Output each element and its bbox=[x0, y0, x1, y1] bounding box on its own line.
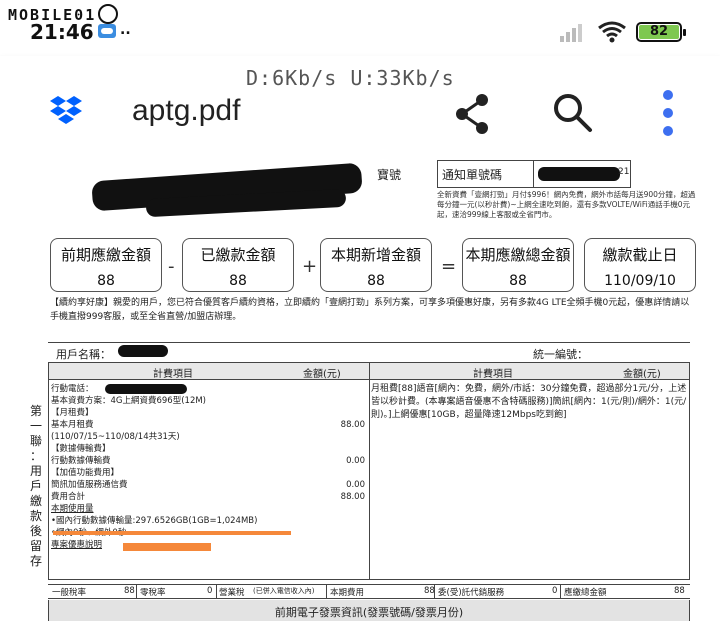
account-label: 寶號 bbox=[377, 168, 402, 182]
operator-plus: + bbox=[302, 256, 318, 277]
summary-total-due: 本期應繳總金額 88 bbox=[462, 238, 574, 292]
battery-indicator: 82 bbox=[636, 22, 686, 42]
dropbox-icon[interactable] bbox=[50, 96, 82, 126]
notice-number-box: 通知單號碼 21 bbox=[437, 160, 631, 188]
right-header: 計費項目 金額(元) bbox=[369, 363, 689, 380]
highlight-mark bbox=[53, 531, 291, 535]
user-name-label: 用戶名稱： bbox=[56, 348, 111, 361]
summary-due-date: 繳款截止日 110/09/10 bbox=[584, 238, 696, 292]
file-title: aptg.pdf bbox=[132, 94, 241, 127]
more-vert-icon[interactable] bbox=[654, 88, 682, 138]
table-row: 本期使用量 bbox=[51, 504, 94, 514]
table-row: (110/07/15~110/08/14共31天) bbox=[51, 432, 180, 442]
summary-paid: 已繳款金額 88 bbox=[182, 238, 294, 292]
redaction-mark bbox=[538, 167, 620, 181]
share-icon[interactable] bbox=[452, 92, 496, 136]
charge-lines: 行動電話： 基本資費方案：4G上網資費696型(12M) 【月租費】 基本月租費… bbox=[51, 383, 369, 551]
charges-table: 計費項目 金額(元) 計費項目 金額(元) 行動電話： 基本資費方案：4G上網資… bbox=[48, 362, 690, 580]
table-row: 【數據傳輸費】 bbox=[51, 444, 111, 454]
highlight-mark bbox=[123, 543, 211, 551]
einvoice-header: 前期電子發票資訊(發票號碼/發票月份) bbox=[48, 600, 690, 621]
table-row: 【加值功能費用】 bbox=[51, 468, 120, 478]
watermark-icon bbox=[98, 4, 119, 24]
network-speed-overlay: D:6Kb/s U:33Kb/s bbox=[246, 66, 455, 90]
redaction-mark bbox=[118, 345, 168, 357]
left-header: 計費項目 金額(元) bbox=[49, 363, 369, 380]
clock: 21:46 bbox=[30, 20, 94, 44]
table-row: 基本資費方案：4G上網資費696型(12M) bbox=[51, 396, 207, 406]
cloud-icon bbox=[98, 24, 116, 38]
table-row: 行動電話： bbox=[51, 384, 94, 394]
redaction-mark bbox=[105, 384, 187, 394]
table-row: •國內行動數據傳輸量:297.6526GB(1GB=1,024MB) bbox=[51, 516, 258, 526]
table-row: 【月租費】 bbox=[51, 408, 94, 418]
summary-new-charges: 本期新增金額 88 bbox=[320, 238, 432, 292]
copy-side-label: 第一聯 ：用戶 繳款後 留存 bbox=[29, 404, 42, 568]
user-info-row: 用戶名稱： 統一編號： bbox=[48, 342, 690, 361]
unified-number-label: 統一編號： bbox=[533, 348, 588, 361]
operator-minus: - bbox=[168, 256, 175, 277]
notification-dots: .. bbox=[120, 22, 131, 38]
notice-number-label: 通知單號碼 bbox=[438, 161, 534, 187]
pdf-page: 寶號 通知單號碼 21 全新資費「壹網打勁」月付$996！網內免費，網外市話每月… bbox=[0, 160, 720, 621]
bill-summary: 前期應繳金額 88 - 已繳款金額 88 + 本期新增金額 88 = 本期應繳總金額 8… bbox=[50, 238, 696, 292]
column-divider bbox=[369, 363, 370, 579]
search-icon[interactable] bbox=[550, 92, 594, 136]
plan-notice: 全新資費「壹網打勁」月付$996！網內免費，網外市話每月送900分鐘，超過每分鐘… bbox=[437, 190, 696, 219]
table-row: 行動數據傳輸費 0.00 bbox=[51, 456, 365, 466]
table-row: 簡訊加值服務通信費 0.00 bbox=[51, 480, 365, 490]
plan-details: 月租費[88]語音[網內：免費，網外/市話：30分鐘免費，超過部分1元/分，上述… bbox=[371, 384, 687, 420]
renewal-promo: 【續約享好康】親愛的用戶，您已符合優質客戶續約資格，立即續約「壹網打勁」系列方案… bbox=[50, 298, 690, 322]
signal-icon bbox=[560, 22, 588, 42]
battery-level: 82 bbox=[639, 25, 679, 39]
summary-previous-due: 前期應繳金額 88 bbox=[50, 238, 162, 292]
status-bar: MOBILE01 21:46 .. 82 bbox=[0, 0, 720, 56]
table-row: 費用合計 88.00 bbox=[51, 492, 365, 502]
notice-number-tail: 21 bbox=[618, 167, 630, 177]
totals-row: 一般稅率 88 零稅率 0 營業稅 (已併入電信收入內) 本期費用 88 委(受)託代銷… bbox=[48, 584, 690, 599]
wifi-icon bbox=[598, 21, 626, 43]
operator-equals: = bbox=[441, 256, 457, 277]
table-row: 基本月租費 88.00 bbox=[51, 420, 365, 430]
